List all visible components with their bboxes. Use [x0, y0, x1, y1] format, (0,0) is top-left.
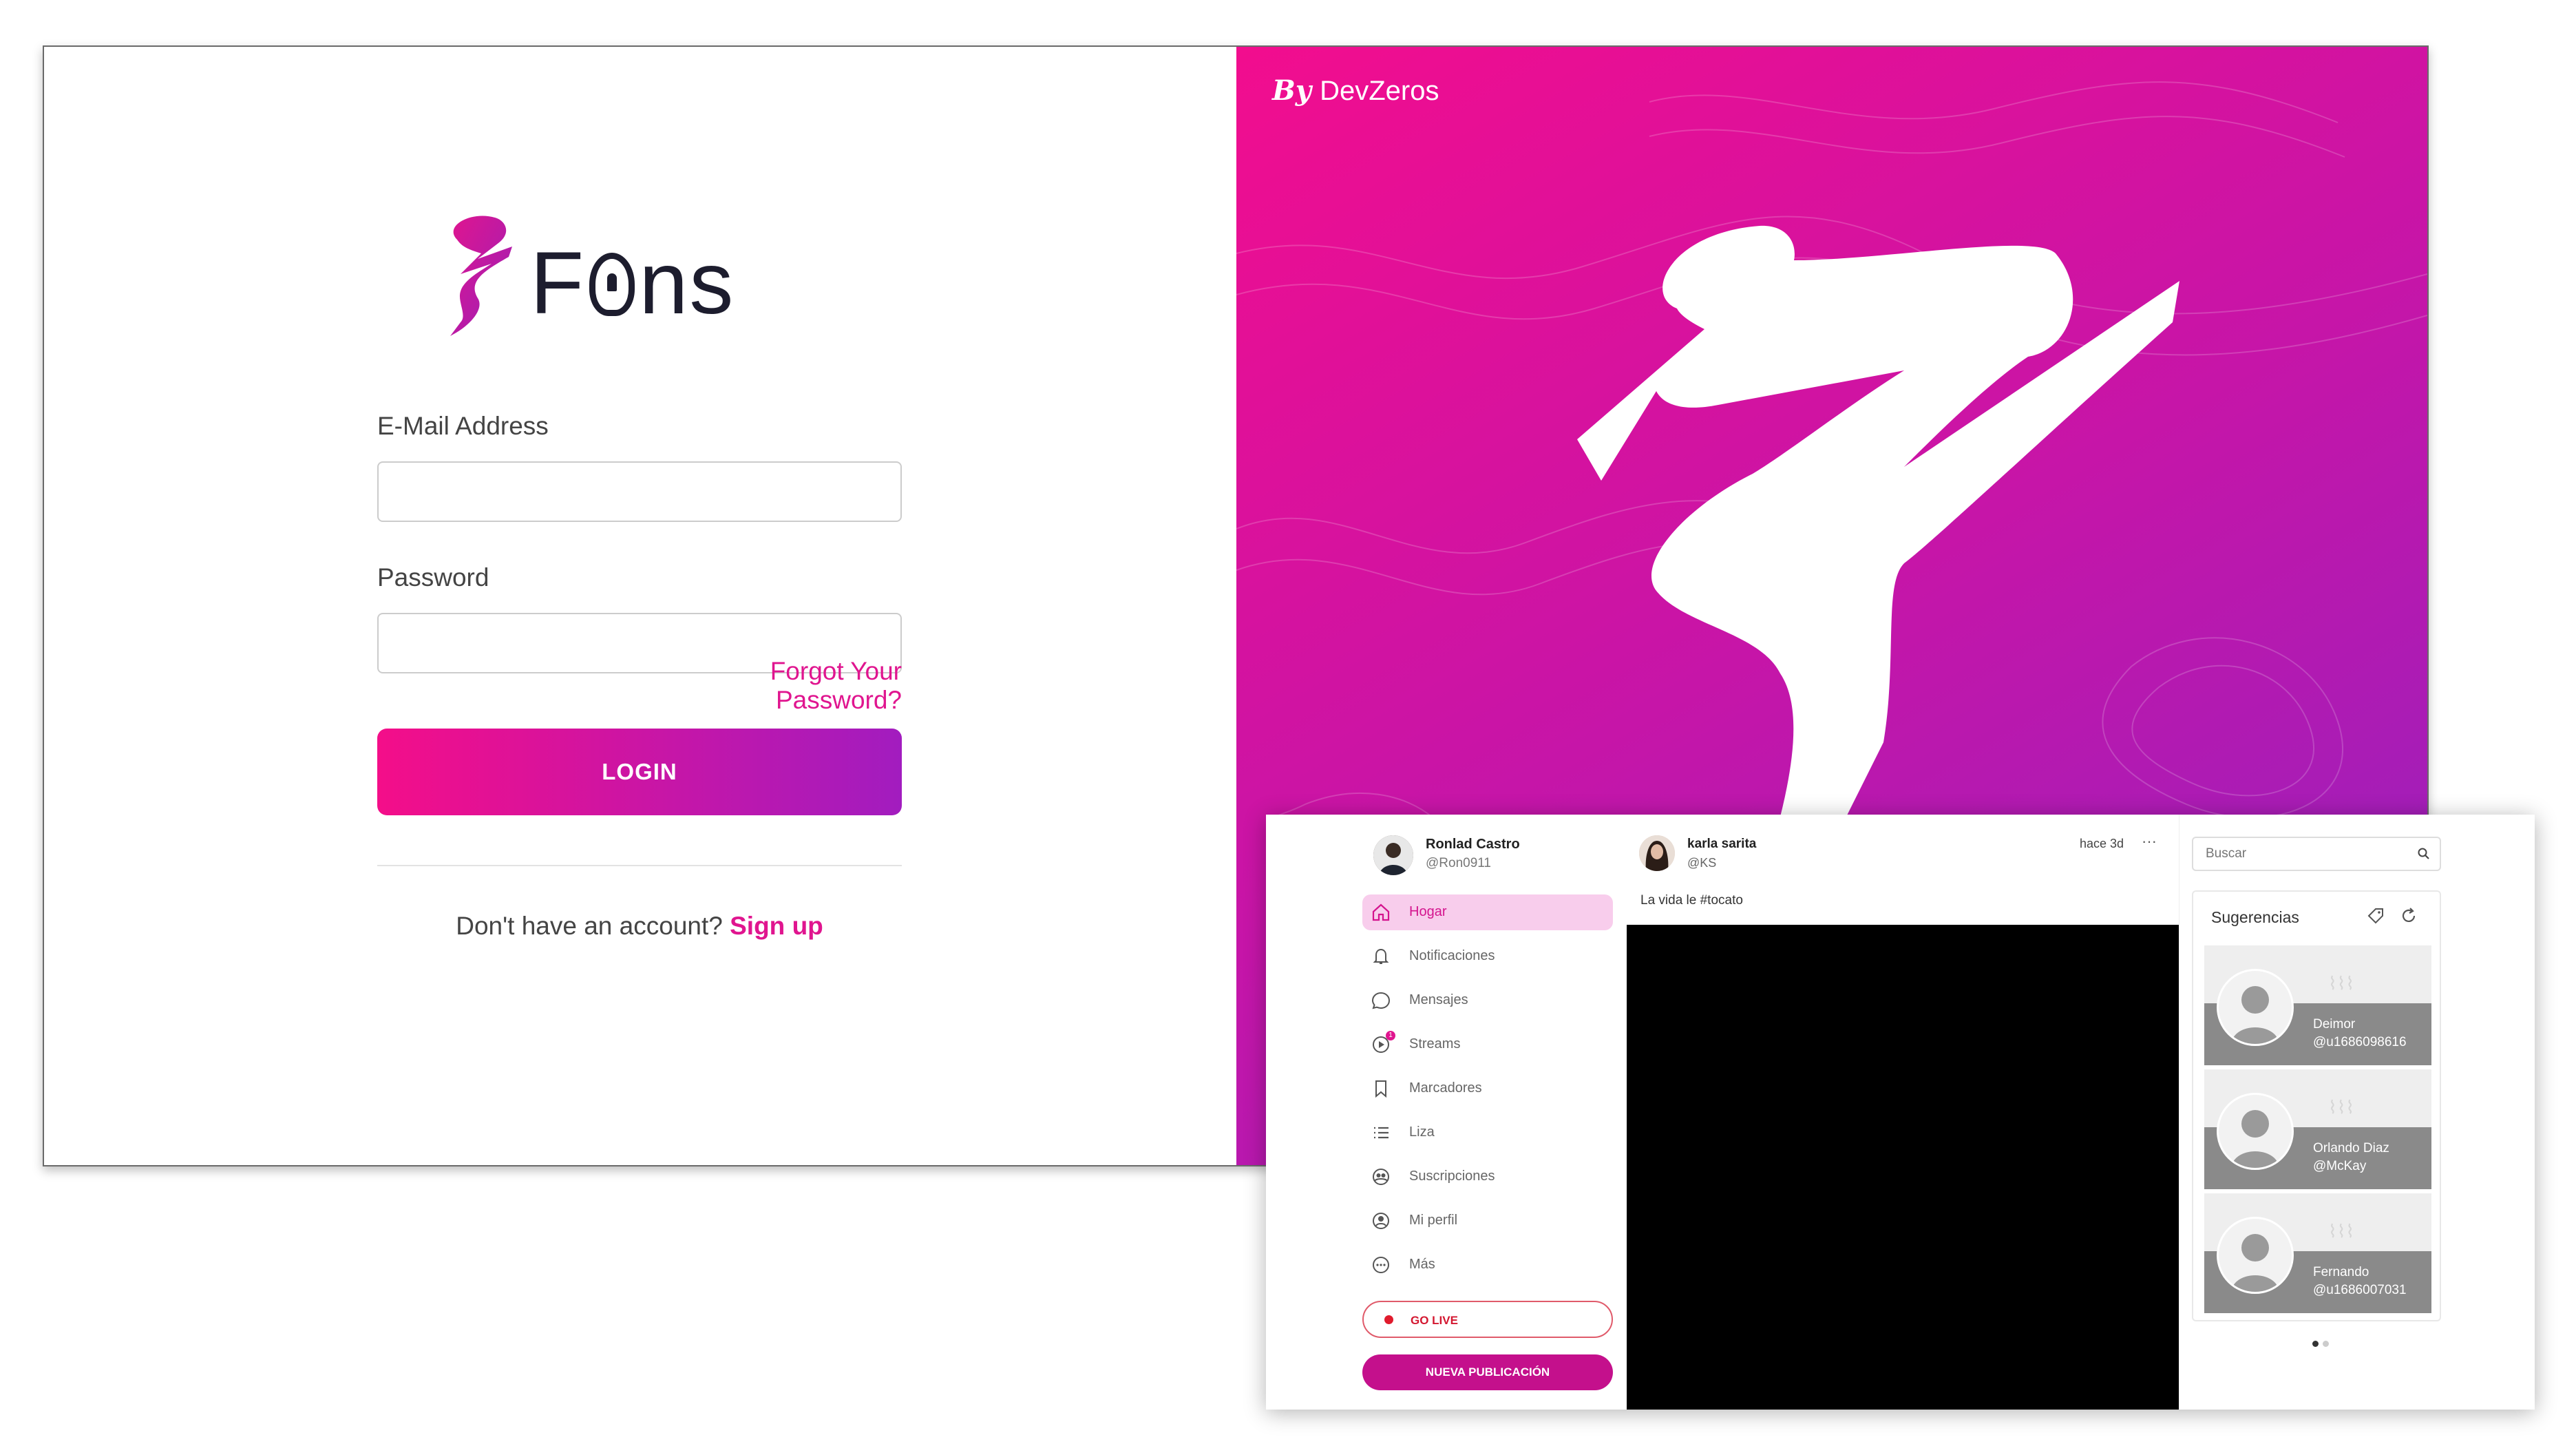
sidebar-item-marcadores[interactable]: Marcadores — [1362, 1071, 1613, 1107]
divider — [377, 865, 902, 866]
post-options-button[interactable]: ··· — [2142, 833, 2157, 850]
post-author-avatar[interactable] — [1639, 835, 1675, 871]
brand-name-start: F — [530, 234, 586, 333]
sidebar-item-mi-perfil[interactable]: Mi perfil — [1362, 1203, 1613, 1239]
no-account-text: Don't have an account? — [456, 912, 723, 940]
cover-pattern: ⌇⌇⌇ — [2328, 1221, 2355, 1242]
suggestion-item[interactable]: ⌇⌇⌇ Deimor @u1686098616 — [2204, 945, 2431, 1065]
live-dot-icon — [1384, 1315, 1393, 1324]
sidebar-item-label: Mi perfil — [1409, 1213, 1458, 1228]
sidebar-item-hogar[interactable]: Hogar — [1362, 894, 1613, 930]
default-avatar-icon — [2219, 1095, 2292, 1168]
avatar — [2217, 969, 2294, 1046]
suggestion-item[interactable]: ⌇⌇⌇ Orlando Diaz @McKay — [2204, 1069, 2431, 1189]
default-avatar-icon — [2219, 971, 2292, 1044]
sidebar-item-label: Notificaciones — [1409, 948, 1495, 963]
more-icon — [1373, 1257, 1389, 1273]
signup-prompt: Don't have an account? Sign up — [377, 912, 902, 941]
app-preview-window: Ronlad Castro @Ron0911 Hogar Notificacio… — [1266, 815, 2535, 1410]
sidebar-item-label: Más — [1409, 1257, 1435, 1272]
sidebar-item-notificaciones[interactable]: Notificaciones — [1362, 939, 1613, 974]
suggestion-handle: @u1686007031 — [2313, 1283, 2407, 1297]
suggestion-item[interactable]: ⌇⌇⌇ Fernando @u1686007031 — [2204, 1193, 2431, 1313]
post-timestamp: hace 3d — [2080, 837, 2124, 850]
avatar[interactable] — [1373, 835, 1413, 875]
sidebar-item-label: Streams — [1409, 1036, 1461, 1051]
credit-name: DevZeros — [1320, 76, 1439, 106]
pager-dot-active[interactable] — [2312, 1341, 2319, 1347]
author-photo — [1639, 835, 1675, 871]
large-z-logo — [1577, 225, 2179, 866]
sidebar-item-label: Liza — [1409, 1124, 1435, 1140]
bell-icon — [1373, 948, 1389, 964]
sidebar-item-liza[interactable]: Liza — [1362, 1115, 1613, 1151]
search-input[interactable] — [2192, 837, 2441, 871]
go-live-label: GO LIVE — [1411, 1314, 1458, 1327]
app-logo: Fns — [430, 205, 746, 357]
post-author-name[interactable]: karla sarita — [1687, 837, 1756, 852]
sidebar-item-label: Suscripciones — [1409, 1169, 1495, 1184]
default-avatar-icon — [2219, 1219, 2292, 1292]
sidebar-item-mensajes[interactable]: Mensajes — [1362, 983, 1613, 1018]
feed: karla sarita @KS hace 3d ··· La vida le … — [1627, 815, 2179, 1410]
go-live-button[interactable]: GO LIVE — [1362, 1301, 1613, 1338]
avatar — [2217, 1217, 2294, 1294]
sidebar-item-label: Hogar — [1409, 904, 1447, 919]
user-photo — [1373, 835, 1413, 875]
refresh-icon[interactable] — [2398, 906, 2419, 926]
login-button[interactable]: LOGIN — [377, 729, 902, 815]
sidebar-item-label: Mensajes — [1409, 992, 1468, 1007]
brand-name-end: ns — [639, 234, 735, 333]
signup-link[interactable]: Sign up — [730, 912, 823, 940]
z-logo-mark — [450, 216, 512, 336]
email-label: E-Mail Address — [377, 412, 549, 440]
forgot-password-link[interactable]: Forgot Your Password? — [653, 657, 902, 715]
profile-name: Ronlad Castro — [1426, 837, 1520, 852]
credit-by: By — [1272, 74, 1312, 107]
sidebar-item-suscripciones[interactable]: Suscripciones — [1362, 1159, 1613, 1195]
suggestion-handle: @u1686098616 — [2313, 1035, 2407, 1049]
post-media[interactable] — [1627, 925, 2179, 1410]
post-author-handle: @KS — [1687, 856, 1717, 870]
search-icon[interactable] — [2416, 846, 2431, 861]
subscriptions-icon — [1373, 1169, 1389, 1185]
suggestions-card: Sugerencias ⌇⌇⌇ Deimor @u1686098616 ⌇⌇⌇ … — [2192, 890, 2441, 1321]
keyhole-icon — [589, 253, 635, 316]
cover-pattern: ⌇⌇⌇ — [2328, 973, 2355, 994]
profile-handle: @Ron0911 — [1426, 856, 1491, 870]
post-text: La vida le #tocato — [1640, 893, 1743, 908]
cover-pattern: ⌇⌇⌇ — [2328, 1097, 2355, 1118]
suggestion-name: Fernando — [2313, 1265, 2369, 1279]
login-panel: Fns E-Mail Address Password Forgot Your … — [44, 47, 1236, 1165]
right-sidebar: Sugerencias ⌇⌇⌇ Deimor @u1686098616 ⌇⌇⌇ … — [2179, 815, 2535, 1410]
sidebar: Ronlad Castro @Ron0911 Hogar Notificacio… — [1266, 815, 1627, 1410]
email-field[interactable] — [377, 461, 902, 522]
notification-badge: 1 — [1386, 1031, 1395, 1040]
list-icon — [1374, 1127, 1389, 1139]
brand-name: Fns — [530, 233, 735, 334]
avatar — [2217, 1093, 2294, 1170]
developer-credit: By DevZeros — [1272, 74, 1439, 107]
suggestion-handle: @McKay — [2313, 1159, 2367, 1173]
suggestions-title: Sugerencias — [2211, 908, 2299, 926]
new-post-button[interactable]: NUEVA PUBLICACIÓN — [1362, 1354, 1613, 1390]
chat-bubble-icon — [1371, 992, 1391, 1009]
tag-icon[interactable] — [2365, 906, 2386, 926]
bookmark-icon — [1375, 1080, 1386, 1098]
sidebar-item-streams[interactable]: 1 Streams — [1362, 1027, 1613, 1063]
home-icon — [1372, 903, 1390, 921]
user-circle-icon — [1373, 1213, 1389, 1229]
suggestions-pager — [2310, 1338, 2331, 1350]
sidebar-item-mas[interactable]: Más — [1362, 1247, 1613, 1283]
suggestion-name: Orlando Diaz — [2313, 1141, 2389, 1155]
sidebar-item-label: Marcadores — [1409, 1080, 1482, 1096]
password-label: Password — [377, 563, 489, 592]
suggestion-name: Deimor — [2313, 1017, 2356, 1032]
pager-dot[interactable] — [2323, 1341, 2329, 1347]
